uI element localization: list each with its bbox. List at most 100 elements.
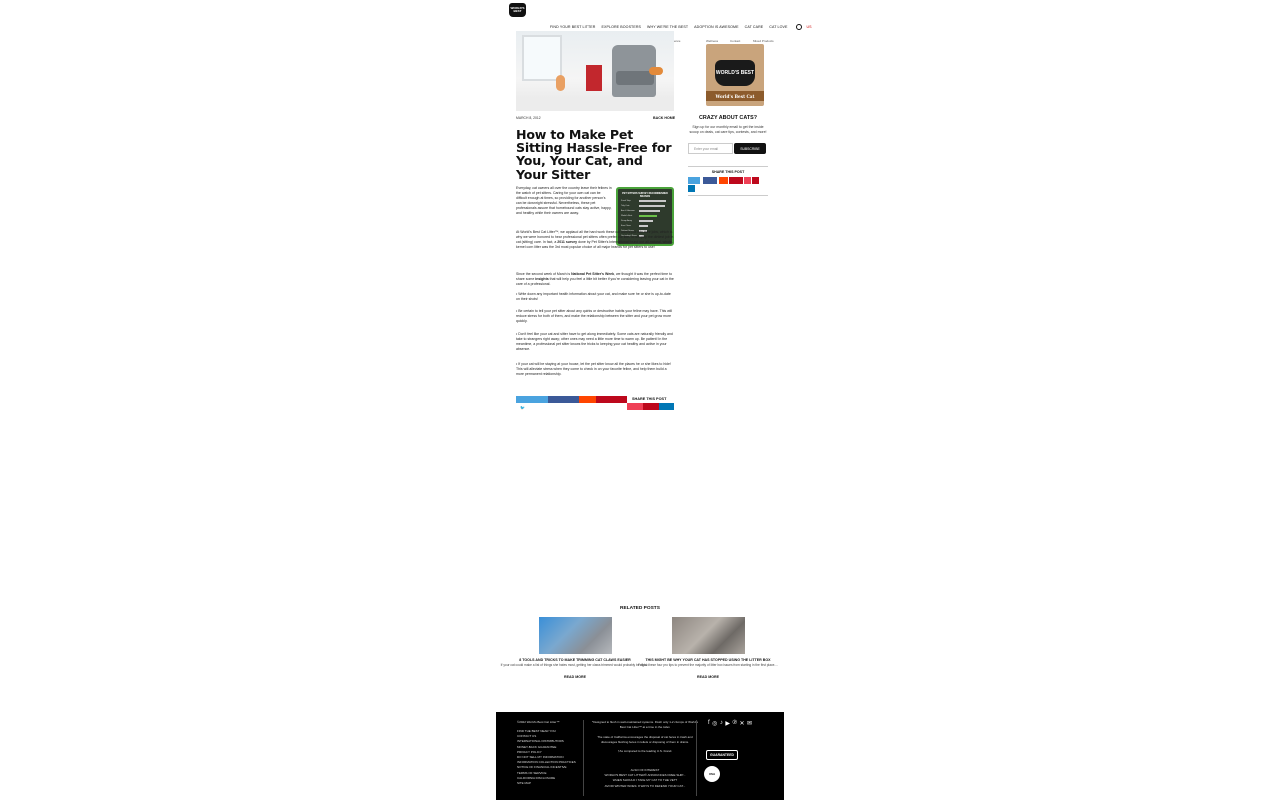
share-reddit-button[interactable]: ● (579, 396, 596, 410)
survey-chart-row: Arm & Hammer (621, 210, 669, 213)
share-bar-bottom: 🐦 f ● SHARE THIS POST ◡ ℗ in (516, 396, 674, 417)
hero-window (522, 35, 562, 81)
hero-cat-sitting (556, 75, 565, 91)
bullet-item: • Be certain to tell your pet sitter abo… (516, 309, 673, 324)
youtube-icon[interactable]: ▶ (725, 720, 730, 727)
email-icon[interactable]: ✉ (747, 720, 752, 727)
sidebar-share-twitter[interactable] (688, 177, 700, 184)
bullet-item: • If your cat will be staying at your ho… (516, 362, 671, 377)
newsletter-description: Sign up for our monthly email to get the… (689, 125, 767, 134)
share-pinterest-button[interactable] (596, 396, 627, 403)
search-icon[interactable] (795, 24, 802, 30)
facebook-icon: f (551, 405, 553, 410)
survey-chart-label: Scoop Away (621, 220, 632, 223)
survey-chart-bar (639, 220, 653, 223)
survey-chart-bar (639, 210, 660, 213)
related-post-image[interactable] (671, 617, 745, 654)
sidebar-share-pinterest[interactable] (729, 177, 743, 184)
related-post-excerpt: Follow these four pro tips to prevent th… (638, 663, 778, 667)
hero-image (516, 31, 674, 111)
share-pin-button[interactable]: ℗ (643, 403, 659, 417)
read-more-link[interactable]: READ MORE (633, 675, 783, 679)
survey-chart-bar (639, 200, 666, 203)
main-nav: FIND YOUR BEST LITTER EXPLORE BOOSTERS W… (550, 24, 812, 30)
text: Since the second week of March is (516, 272, 572, 276)
nav-explore-boosters[interactable]: EXPLORE BOOSTERS (602, 25, 642, 29)
share-pocket-button[interactable]: ◡ (627, 403, 643, 417)
sidebar-promo-image[interactable]: WORLD'S BEST World's Best Cat (706, 44, 764, 106)
share-facebook-button[interactable]: f (548, 396, 579, 410)
language-selector[interactable]: US (807, 25, 812, 29)
nav-adoption[interactable]: ADOPTION IS AWESOME (694, 25, 739, 29)
survey-chart-row: Fresh Step (621, 200, 669, 203)
x-icon[interactable]: ✕ (739, 720, 744, 727)
sidebar-share-linkedin[interactable] (688, 185, 695, 192)
sidebar-share-facebook[interactable] (703, 177, 717, 184)
sidebar-share-pocket[interactable] (744, 177, 751, 184)
pinterest-icon[interactable]: ℗ (733, 720, 737, 727)
subnav-item[interactable]: Contact (730, 39, 740, 43)
divider (688, 195, 768, 196)
back-home-link[interactable]: BACK HOME (653, 116, 675, 120)
logo-text: WORLD'S BEST (510, 6, 525, 13)
related-post-image[interactable] (538, 617, 612, 654)
bullet-item: • Write down any important health inform… (516, 292, 671, 302)
email-input[interactable]: Enter your email (688, 143, 733, 154)
pinterest-icon: ℗ (648, 412, 651, 417)
read-more-link[interactable]: READ MORE (500, 675, 650, 679)
survey-chart-label: Ever Clean (621, 225, 631, 228)
footer-copyright: ©2022 World's Best Cat Litter™ (517, 720, 560, 724)
pocket-icon: ◡ (632, 412, 636, 417)
hero-floor (516, 97, 674, 111)
subnav-item[interactable]: Wellness (706, 39, 718, 43)
sidebar-share-pin[interactable] (752, 177, 759, 184)
share-twitter-button[interactable]: 🐦 (516, 396, 548, 410)
facebook-icon[interactable]: f (708, 720, 710, 727)
instagram-icon[interactable]: ◎ (712, 720, 717, 727)
footer-recent-posts: ALSO OF INTEREST WORLD'S BEST CAT LITTER®… (592, 768, 698, 789)
paragraph: Everyday, cat owners all over the countr… (516, 186, 612, 216)
survey-chart-row: Scoop Away (621, 220, 669, 223)
sidebar-share-reddit[interactable] (719, 177, 728, 184)
tiktok-icon[interactable]: ♪ (720, 720, 723, 727)
nav-find-litter[interactable]: FIND YOUR BEST LITTER (550, 25, 596, 29)
nav-cat-care[interactable]: CAT CARE (745, 25, 764, 29)
sidebar-share-label: SHARE THIS POST (711, 170, 745, 174)
hero-cat-on-chair (649, 67, 663, 75)
social-links: f ◎ ♪ ▶ ℗ ✕ ✉ (708, 720, 752, 727)
site-logo[interactable]: WORLD'S BEST (509, 3, 526, 17)
insights-link[interactable]: insights (535, 277, 548, 281)
survey-chart-label: Arm & Hammer (621, 210, 635, 213)
divider (688, 166, 768, 167)
related-post-excerpt: If your cat could make a list of things … (500, 663, 650, 667)
share-linkedin-button[interactable]: in (659, 403, 674, 417)
subnav-item[interactable]: Mixed Products (753, 39, 774, 43)
hero-chair-seat (616, 71, 654, 85)
nav-cat-love[interactable]: CAT LOVE (769, 25, 787, 29)
survey-chart-bar (639, 225, 648, 228)
footer-link[interactable]: SITE MAP (517, 781, 576, 786)
related-post-card[interactable]: 8 TOOLS AND TRICKS TO MAKE TRIMMING CAT … (500, 617, 650, 679)
footer-recent-link[interactable]: AVOID WINTER WOES: 8 WAYS TO DEFEND YOUR… (592, 784, 698, 789)
paragraph: Since the second week of March is Nation… (516, 272, 674, 287)
related-post-card[interactable]: THIS MIGHT BE WHY YOUR CAT HAS STOPPED U… (633, 617, 783, 679)
nav-why-best[interactable]: WHY WE'RE THE BEST (647, 25, 688, 29)
promo-banner: World's Best Cat (706, 91, 764, 101)
related-post-title[interactable]: 8 TOOLS AND TRICKS TO MAKE TRIMMING CAT … (500, 658, 650, 662)
made-in-usa-badge: USA (704, 766, 720, 782)
survey-chart-row: World's Best (621, 215, 669, 218)
survey-chart-bar (639, 215, 657, 218)
survey-chart-row: Tidy Cats (621, 205, 669, 208)
subscribe-button[interactable]: SUBSCRIBE (734, 143, 766, 154)
share-this-post-label: SHARE THIS POST (632, 397, 667, 401)
footer-note: The state of California encourages the d… (597, 735, 693, 745)
survey-link[interactable]: 2011 survey (557, 240, 577, 244)
pet-sitters-week-link[interactable]: National Pet Sitter's Week (571, 272, 614, 276)
survey-chart-label: Fresh Step (621, 200, 631, 203)
survey-chart-bar (639, 205, 665, 208)
related-post-title[interactable]: THIS MIGHT BE WHY YOUR CAT HAS STOPPED U… (633, 658, 783, 662)
survey-chart-row: Ever Clean (621, 225, 669, 228)
footer-divider (696, 720, 697, 796)
survey-chart-label: Tidy Cats (621, 205, 630, 208)
survey-chart-label: World's Best (621, 215, 633, 218)
